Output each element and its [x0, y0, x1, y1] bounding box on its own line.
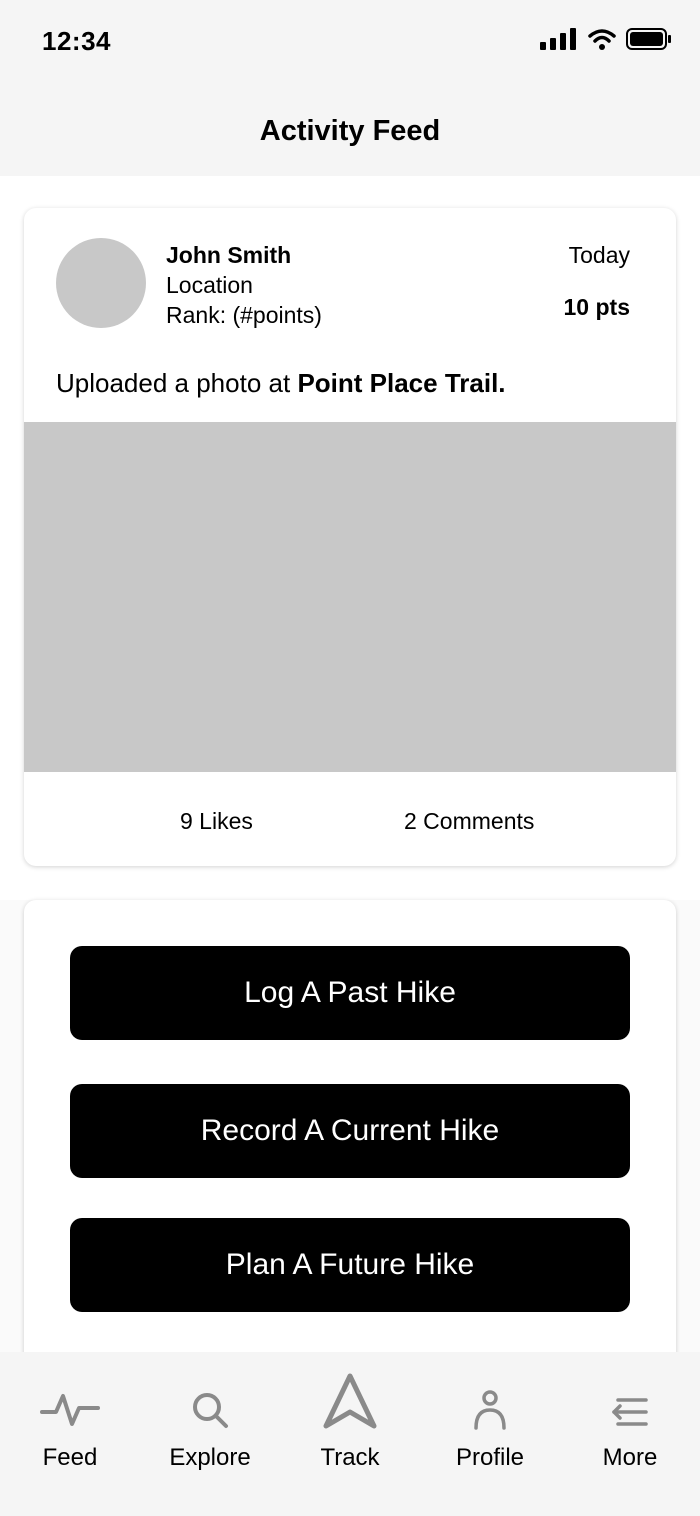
tab-label-more: More	[602, 1444, 658, 1471]
tab-label-explore: Explore	[169, 1444, 251, 1471]
person-icon	[472, 1374, 508, 1430]
comments-count[interactable]: 2 Comments	[404, 808, 534, 835]
post-card[interactable]: John Smith Location Rank: (#points) Toda…	[24, 208, 676, 866]
tab-feed[interactable]: Feed	[0, 1352, 140, 1482]
tab-label-track: Track	[320, 1444, 380, 1471]
user-rank: Rank: (#points)	[166, 302, 322, 328]
tab-more[interactable]: More	[560, 1352, 700, 1482]
tab-bar: Feed Explore Track Profile More	[0, 1352, 700, 1516]
tab-label-feed: Feed	[42, 1444, 98, 1471]
status-time: 12:34	[42, 26, 111, 56]
search-icon	[190, 1374, 230, 1430]
post-meta: Today 10 pts	[564, 240, 630, 322]
user-location: Location	[166, 272, 253, 298]
status-bar: 12:34	[0, 0, 700, 86]
record-current-hike-button[interactable]: Record A Current Hike	[70, 1084, 630, 1178]
tab-track[interactable]: Track	[280, 1352, 420, 1482]
likes-count[interactable]: 9 Likes	[180, 808, 253, 835]
page-title: Activity Feed	[259, 114, 441, 147]
log-past-hike-button[interactable]: Log A Past Hike	[70, 946, 630, 1040]
avatar[interactable]	[56, 238, 146, 328]
activity-icon	[40, 1374, 100, 1430]
header: Activity Feed	[0, 86, 700, 176]
user-name[interactable]: John Smith	[166, 240, 322, 270]
tab-label-profile: Profile	[455, 1444, 525, 1471]
wifi-icon	[588, 28, 616, 55]
feed-content[interactable]: John Smith Location Rank: (#points) Toda…	[0, 176, 700, 1400]
plan-future-hike-button[interactable]: Plan A Future Hike	[70, 1218, 630, 1312]
menu-icon	[610, 1374, 650, 1430]
post-date: Today	[568, 242, 630, 268]
post-photo[interactable]	[24, 422, 676, 772]
navigation-arrow-icon	[321, 1373, 379, 1430]
trail-link[interactable]: Point Place Trail.	[297, 368, 505, 398]
user-info: John Smith Location Rank: (#points)	[166, 240, 322, 330]
tab-profile[interactable]: Profile	[420, 1352, 560, 1482]
post-text-prefix: Uploaded a photo at	[56, 368, 291, 398]
post-points: 10 pts	[563, 294, 630, 320]
status-icons	[540, 28, 672, 55]
post-stats: 9 Likes 2 Comments	[24, 772, 676, 866]
tab-explore[interactable]: Explore	[140, 1352, 280, 1482]
battery-icon	[626, 28, 672, 55]
post-text: Uploaded a photo at Point Place Trail.	[56, 368, 506, 399]
hike-actions-card: Log A Past Hike Record A Current Hike Pl…	[24, 900, 676, 1400]
signal-icon	[540, 28, 578, 55]
